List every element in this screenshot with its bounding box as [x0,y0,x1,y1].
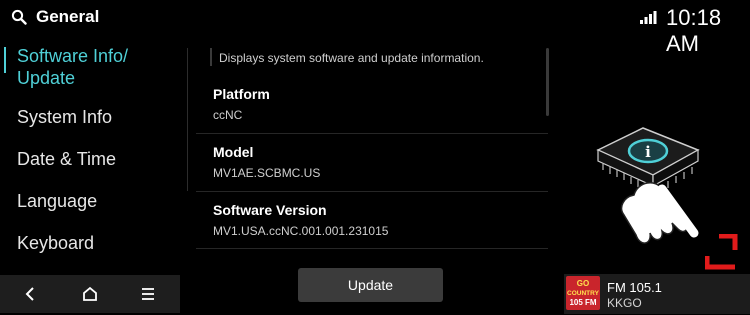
menu-icon [142,288,154,300]
content-panel: Displays system software and update info… [196,40,548,262]
signal-status-icon [639,11,659,30]
menu-button[interactable] [118,275,178,313]
description-text: Displays system software and update info… [219,51,484,65]
search-icon[interactable] [11,9,27,30]
row-divider [196,133,548,134]
bottom-nav-bar [0,275,180,313]
sidebar-item-label-line2: Update [17,68,76,88]
description-marker [210,48,212,66]
hand-pointer-icon [620,182,699,244]
row-value: ccNC [213,108,243,122]
svg-text:GO: GO [577,279,589,288]
back-button[interactable] [0,275,60,313]
sidebar-item-system-info[interactable]: System Info [17,106,112,128]
row-value: MV1AE.SCBMC.US [213,166,321,180]
now-playing-radio[interactable]: GO COUNTRY 105 FM FM 105.1 KKGO [564,274,750,314]
tap-target-marker [705,234,738,270]
home-button[interactable] [60,275,120,313]
sidebar-item-label: Software Info/ [17,46,129,66]
sidebar-item-language[interactable]: Language [17,190,97,212]
radio-call-sign: KKGO [607,296,642,310]
sidebar-item-keyboard[interactable]: Keyboard [17,232,94,254]
clock: 10:18 AM [666,5,722,56]
row-divider [196,191,548,192]
row-value: MV1.USA.ccNC.001.001.231015 [213,224,389,238]
sidebar: Software Info/ Update System Info Date &… [0,40,180,270]
row-label: Model [213,144,254,160]
page-title: General [36,7,100,26]
home-icon [83,286,97,301]
row-divider [196,248,548,249]
back-chevron-icon [25,287,34,301]
sidebar-divider [187,48,188,191]
row-label: Software Version [213,202,327,218]
row-label: Platform [213,86,270,102]
selection-indicator [4,47,6,73]
radio-frequency: FM 105.1 [607,280,662,295]
svg-text:105 FM: 105 FM [569,298,596,307]
sidebar-item-software-info[interactable]: Software Info/ Update [17,45,128,89]
header-bar: General 10:18 AM [0,0,750,56]
scrollbar[interactable] [546,48,549,116]
sidebar-item-date-time[interactable]: Date & Time [17,148,116,170]
station-logo: GO COUNTRY 105 FM [566,276,600,310]
svg-text:i: i [645,143,651,161]
update-button[interactable]: Update [298,268,443,302]
svg-text:COUNTRY: COUNTRY [567,290,600,297]
